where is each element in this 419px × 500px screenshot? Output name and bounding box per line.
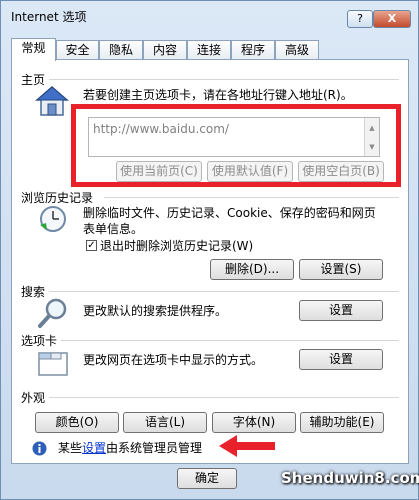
search-magnifier-icon	[37, 297, 71, 332]
tab-programs[interactable]: 程序	[231, 40, 275, 60]
title-bar[interactable]: Internet 选项 ? X	[1, 1, 418, 31]
section-divider	[61, 340, 399, 341]
fonts-button[interactable]: 字体(N)	[212, 412, 296, 433]
delete-history-button[interactable]: 删除(D)...	[210, 259, 294, 280]
home-house-icon	[34, 85, 70, 120]
section-divider	[104, 197, 399, 198]
languages-button[interactable]: 语言(L)	[123, 412, 207, 433]
admin-notice-suffix: 由系统管理员管理	[106, 441, 203, 455]
history-description-line1: 删除临时文件、历史记录、Cookie、保存的密码和网页	[83, 206, 376, 220]
tabs-description: 更改网页在选项卡中显示的方式。	[83, 353, 264, 367]
admin-notice-prefix: 某些	[58, 441, 83, 455]
tab-strip: 常规 安全 隐私 内容 连接 程序 高级	[11, 38, 411, 61]
window-title: Internet 选项	[11, 10, 87, 24]
tabs-settings-button[interactable]: 设置	[299, 349, 383, 370]
tabbed-window-icon	[37, 347, 71, 382]
history-clock-icon	[37, 203, 71, 238]
help-button[interactable]: ?	[347, 10, 373, 28]
info-icon	[32, 441, 47, 459]
tab-advanced[interactable]: 高级	[275, 40, 319, 60]
settings-link[interactable]: 设置	[82, 441, 106, 455]
tab-content[interactable]: 内容	[143, 40, 187, 60]
delete-on-exit-checkbox[interactable]: ✓	[86, 240, 97, 251]
delete-on-exit-label: 退出时删除浏览历史记录(W)	[100, 239, 254, 253]
tab-privacy[interactable]: 隐私	[99, 40, 143, 60]
internet-options-window: Internet 选项 ? X 常规 安全 隐私 内容 连接 程序 高级 主页 …	[0, 0, 419, 500]
section-divider	[49, 291, 399, 292]
tab-security[interactable]: 安全	[56, 40, 99, 60]
red-arrow-icon	[219, 433, 277, 462]
colors-button[interactable]: 颜色(O)	[35, 412, 119, 433]
section-divider	[49, 397, 399, 398]
tab-general[interactable]: 常规	[11, 38, 56, 61]
search-description: 更改默认的搜索提供程序。	[83, 304, 228, 318]
section-divider	[49, 79, 399, 80]
tab-connections[interactable]: 连接	[187, 40, 231, 60]
appearance-section-label: 外观	[21, 391, 46, 405]
close-button[interactable]: X	[373, 10, 411, 28]
history-settings-button[interactable]: 设置(S)	[299, 259, 383, 280]
history-description-line2: 表单信息。	[83, 222, 144, 236]
watermark-logo: Shenduwin8.com	[281, 469, 419, 487]
ok-button[interactable]: 确定	[177, 468, 237, 489]
accessibility-button[interactable]: 辅助功能(E)	[300, 412, 384, 433]
admin-notice: 某些设置由系统管理员管理	[58, 440, 202, 456]
highlight-box	[71, 104, 401, 187]
homepage-description: 若要创建主页选项卡，请在各地址行键入地址(R)。	[83, 88, 353, 102]
search-settings-button[interactable]: 设置	[299, 300, 383, 321]
